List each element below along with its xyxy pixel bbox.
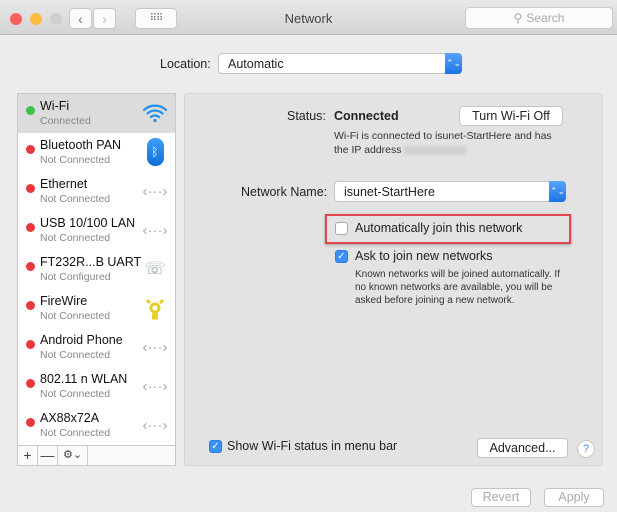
service-name: Ethernet bbox=[40, 177, 88, 191]
updown-arrows-icon: ⌃⌄ bbox=[549, 181, 566, 202]
ip-text: the IP address bbox=[334, 144, 402, 156]
ethernet-icon: ‹···› bbox=[142, 182, 168, 200]
help-button[interactable]: ? bbox=[577, 440, 595, 458]
network-name-value: isunet-StartHere bbox=[344, 184, 436, 199]
show-status-checkbox[interactable]: ✓ bbox=[209, 440, 222, 453]
status-dot bbox=[26, 301, 35, 310]
ethernet-icon: ‹···› bbox=[142, 338, 168, 356]
network-name-label: Network Name: bbox=[241, 185, 328, 199]
service-status: Not Connected bbox=[40, 427, 111, 439]
service-list[interactable]: Wi-Fi Connected Bluetooth PAN Not Connec… bbox=[17, 93, 176, 466]
service-status: Not Connected bbox=[40, 388, 111, 400]
search-placeholder: Search bbox=[526, 11, 565, 25]
ethernet-icon: ‹···› bbox=[142, 416, 168, 434]
ethernet-icon: ‹···› bbox=[142, 377, 168, 395]
status-label: Status: bbox=[287, 109, 326, 123]
remove-service-button[interactable]: — bbox=[38, 446, 58, 465]
ask-join-description-1: Known networks will be joined automatica… bbox=[355, 269, 560, 280]
modem-phone-icon: ☏ bbox=[144, 259, 166, 278]
turn-wifi-off-button[interactable]: Turn Wi-Fi Off bbox=[459, 106, 563, 126]
status-dot bbox=[26, 145, 35, 154]
status-value: Connected bbox=[334, 109, 399, 123]
service-item[interactable]: FireWire Not Connected bbox=[18, 289, 175, 328]
wifi-icon bbox=[141, 100, 169, 126]
revert-button[interactable]: Revert bbox=[471, 488, 531, 507]
status-dot bbox=[26, 379, 35, 388]
location-label: Location: bbox=[160, 57, 211, 71]
updown-arrows-icon: ⌃⌄ bbox=[445, 53, 462, 74]
service-item[interactable]: AX88x72A Not Connected ‹···› bbox=[18, 406, 175, 445]
ip-address-label: the IP address bbox=[334, 144, 467, 157]
service-name: FireWire bbox=[40, 294, 88, 308]
service-name: FT232R...B UART bbox=[40, 255, 142, 269]
service-name: USB 10/100 LAN bbox=[40, 216, 136, 230]
service-name: Android Phone bbox=[40, 333, 123, 347]
ask-join-description-2: no known networks are available, you wil… bbox=[355, 282, 553, 293]
service-item[interactable]: Wi-Fi Connected bbox=[18, 94, 175, 133]
service-item[interactable]: 802.11 n WLAN Not Connected ‹···› bbox=[18, 367, 175, 406]
network-name-select[interactable]: isunet-StartHere ⌃⌄ bbox=[334, 181, 566, 202]
service-list-toolbar: + — ⚙︎⌄ bbox=[18, 445, 175, 465]
service-status: Not Connected bbox=[40, 154, 111, 166]
search-input[interactable]: ⚲ Search bbox=[465, 7, 613, 29]
status-dot bbox=[26, 106, 35, 115]
status-dot bbox=[26, 340, 35, 349]
service-name: Bluetooth PAN bbox=[40, 138, 122, 152]
detail-panel: Status: Connected Turn Wi-Fi Off Wi-Fi i… bbox=[184, 93, 603, 466]
ask-join-description-3: asked before joining a new network. bbox=[355, 295, 515, 306]
location-value: Automatic bbox=[228, 56, 284, 71]
bluetooth-icon: ᛒ bbox=[141, 138, 169, 166]
service-status: Not Connected bbox=[40, 310, 111, 322]
apply-button[interactable]: Apply bbox=[544, 488, 604, 507]
service-name: 802.11 n WLAN bbox=[40, 372, 128, 386]
service-item[interactable]: FT232R...B UART Not Configured ☏ bbox=[18, 250, 175, 289]
ask-join-checkbox[interactable]: ✓ bbox=[335, 250, 348, 263]
status-dot bbox=[26, 223, 35, 232]
ethernet-icon: ‹···› bbox=[142, 221, 168, 239]
ip-redacted bbox=[404, 145, 467, 155]
service-item[interactable]: Ethernet Not Connected ‹···› bbox=[18, 172, 175, 211]
status-dot bbox=[26, 262, 35, 271]
show-status-label: Show Wi-Fi status in menu bar bbox=[227, 439, 398, 453]
service-item[interactable]: Android Phone Not Connected ‹···› bbox=[18, 328, 175, 367]
service-status: Not Connected bbox=[40, 232, 111, 244]
service-status: Connected bbox=[40, 115, 91, 127]
service-status: Not Configured bbox=[40, 271, 111, 283]
service-status: Not Connected bbox=[40, 193, 111, 205]
add-service-button[interactable]: + bbox=[18, 446, 38, 465]
search-icon: ⚲ bbox=[513, 11, 523, 25]
status-dot bbox=[26, 184, 35, 193]
service-item[interactable]: Bluetooth PAN Not Connected ᛒ bbox=[18, 133, 175, 172]
advanced-button[interactable]: Advanced... bbox=[477, 438, 568, 458]
auto-join-checkbox[interactable] bbox=[335, 222, 348, 235]
gear-icon[interactable]: ⚙︎⌄ bbox=[58, 446, 88, 465]
firewire-icon bbox=[141, 295, 169, 321]
status-dot bbox=[26, 418, 35, 427]
ask-join-label: Ask to join new networks bbox=[355, 249, 493, 263]
status-description: Wi-Fi is connected to isunet-StartHere a… bbox=[334, 130, 552, 142]
service-status: Not Connected bbox=[40, 349, 111, 361]
location-select[interactable]: Automatic ⌃⌄ bbox=[218, 53, 462, 74]
checkmark-icon: ✓ bbox=[337, 251, 346, 262]
service-name: Wi-Fi bbox=[40, 99, 70, 113]
service-name: AX88x72A bbox=[40, 411, 100, 425]
auto-join-label: Automatically join this network bbox=[355, 221, 523, 235]
service-item[interactable]: USB 10/100 LAN Not Connected ‹···› bbox=[18, 211, 175, 250]
checkmark-icon: ✓ bbox=[211, 441, 220, 452]
title-bar: ‹ › ⠿⠿ Network ⚲ Search bbox=[0, 0, 617, 35]
